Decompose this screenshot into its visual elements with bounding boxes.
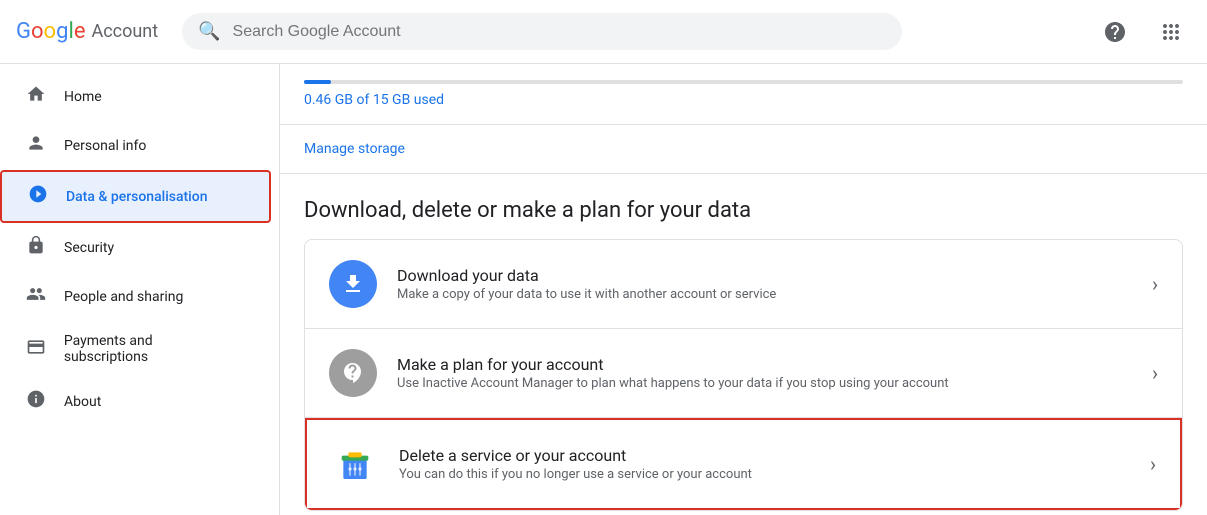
logo: Google Account (16, 19, 158, 44)
home-icon (24, 84, 48, 109)
main-content: 0.46 GB of 15 GB used Manage storage Dow… (280, 64, 1207, 515)
plan-desc: Use Inactive Account Manager to plan wha… (397, 376, 1132, 391)
download-desc: Make a copy of your data to use it with … (397, 287, 1132, 302)
download-item[interactable]: Download your data Make a copy of your d… (305, 240, 1182, 329)
help-button[interactable] (1095, 12, 1135, 52)
actions-card: Download your data Make a copy of your d… (304, 239, 1183, 511)
storage-bar-fill (304, 80, 331, 84)
sidebar-item-about[interactable]: About (0, 377, 263, 426)
sidebar-item-people-sharing[interactable]: People and sharing (0, 272, 263, 321)
delete-content: Delete a service or your account You can… (399, 446, 1130, 482)
plan-item[interactable]: Make a plan for your account Use Inactiv… (305, 329, 1182, 418)
section-title: Download, delete or make a plan for your… (304, 198, 1183, 223)
payment-icon (24, 337, 48, 362)
chevron-icon: › (1152, 272, 1158, 296)
manage-storage-section: Manage storage (280, 125, 1207, 174)
delete-desc: You can do this if you no longer use a s… (399, 467, 1130, 482)
account-label: Account (91, 21, 158, 42)
sidebar-item-personal-info[interactable]: Personal info (0, 121, 263, 170)
header: Google Account 🔍 (0, 0, 1207, 64)
sidebar-item-label: Payments and subscriptions (64, 333, 239, 365)
sidebar-item-label: People and sharing (64, 289, 183, 305)
sidebar: Home Personal info Data & personalisatio… (0, 64, 280, 515)
plan-content: Make a plan for your account Use Inactiv… (397, 355, 1132, 391)
plan-title: Make a plan for your account (397, 355, 1132, 374)
data-section: Download, delete or make a plan for your… (280, 174, 1207, 515)
delete-title: Delete a service or your account (399, 446, 1130, 465)
download-content: Download your data Make a copy of your d… (397, 266, 1132, 302)
manage-storage-link[interactable]: Manage storage (304, 141, 405, 157)
sidebar-item-security[interactable]: Security (0, 223, 263, 272)
plan-icon (329, 349, 377, 397)
person-icon (24, 133, 48, 158)
storage-text: 0.46 GB of 15 GB used (304, 92, 444, 108)
apps-button[interactable] (1151, 12, 1191, 52)
search-bar[interactable]: 🔍 (182, 13, 902, 50)
data-icon (26, 184, 50, 209)
delete-icon (331, 440, 379, 488)
storage-section: 0.46 GB of 15 GB used (280, 64, 1207, 125)
sidebar-item-payments[interactable]: Payments and subscriptions (0, 321, 263, 377)
sidebar-item-home[interactable]: Home (0, 72, 263, 121)
people-icon (24, 284, 48, 309)
delete-item[interactable]: Delete a service or your account You can… (305, 418, 1182, 510)
header-right (1095, 12, 1191, 52)
google-wordmark: Google (16, 19, 85, 44)
sidebar-item-label: Security (64, 240, 114, 256)
info-icon (24, 389, 48, 414)
download-icon (329, 260, 377, 308)
sidebar-item-label: Data & personalisation (66, 189, 208, 205)
search-icon: 🔍 (198, 21, 220, 42)
sidebar-item-label: About (64, 394, 101, 410)
app-layout: Google Account 🔍 Home (0, 0, 1207, 515)
security-icon (24, 235, 48, 260)
storage-bar-container (304, 80, 1183, 84)
download-title: Download your data (397, 266, 1132, 285)
sidebar-item-label: Home (64, 89, 102, 105)
main-layout: Home Personal info Data & personalisatio… (0, 64, 1207, 515)
chevron-icon: › (1150, 452, 1156, 476)
chevron-icon: › (1152, 361, 1158, 385)
sidebar-item-data-personalisation[interactable]: Data & personalisation (0, 170, 271, 223)
sidebar-item-label: Personal info (64, 138, 146, 154)
search-input[interactable] (233, 23, 887, 41)
